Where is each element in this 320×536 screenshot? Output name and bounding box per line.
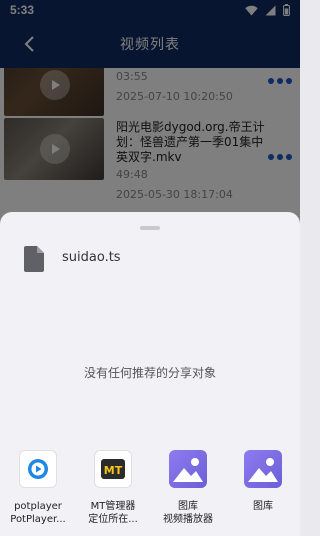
share-app-list: potplayer PotPlayer... MT MT管理器 定位所在... …: [0, 450, 300, 530]
no-recommendations-message: 没有任何推荐的分享对象: [83, 366, 216, 380]
app-label: 图库: [253, 501, 273, 512]
gallery-icon: [244, 450, 282, 488]
shared-file-name: suidao.ts: [62, 250, 121, 265]
app-sublabel: PotPlayer...: [10, 514, 66, 525]
share-sheet: suidao.ts 没有任何推荐的分享对象 potplayer PotPlaye…: [0, 212, 300, 536]
drag-handle[interactable]: [140, 226, 160, 230]
app-label: potplayer: [14, 501, 62, 512]
file-icon: [24, 246, 44, 272]
app-label: MT管理器: [90, 501, 136, 512]
mt-manager-icon: MT: [94, 450, 132, 488]
app-sublabel: 视频播放器: [163, 514, 213, 525]
app-label: 图库: [178, 501, 198, 512]
gallery-icon: [169, 450, 207, 488]
svg-text:MT: MT: [104, 464, 123, 477]
potplayer-icon: [19, 450, 57, 488]
app-sublabel: 定位所在...: [88, 514, 138, 525]
